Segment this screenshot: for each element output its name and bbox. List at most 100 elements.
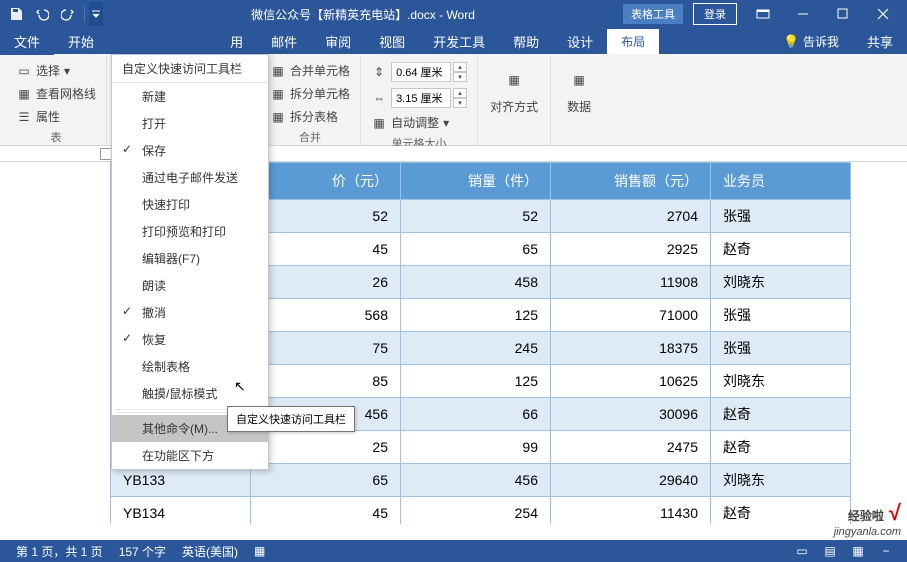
col-width-spinner[interactable]: ⇔▴▾ bbox=[367, 86, 471, 110]
height-input[interactable] bbox=[391, 62, 451, 82]
cell-rep[interactable]: 赵奇 bbox=[711, 398, 851, 431]
view-read-button[interactable]: ▭ bbox=[789, 540, 815, 562]
cell-qty[interactable]: 254 bbox=[401, 497, 551, 525]
view-print-button[interactable]: ▤ bbox=[817, 540, 843, 562]
cell-qty[interactable]: 458 bbox=[401, 266, 551, 299]
menu-item[interactable]: 保存 bbox=[112, 137, 268, 164]
share-button[interactable]: 共享 bbox=[853, 28, 907, 55]
cell-amount[interactable]: 71000 bbox=[551, 299, 711, 332]
cell-price[interactable]: 65 bbox=[251, 464, 401, 497]
tab-references[interactable]: 用 bbox=[216, 28, 257, 55]
menu-item[interactable]: 快速打印 bbox=[112, 191, 268, 218]
merge-cells-button[interactable]: ▦合并单元格 bbox=[266, 60, 354, 81]
tab-table-design[interactable]: 设计 bbox=[553, 28, 607, 55]
height-down[interactable]: ▾ bbox=[453, 72, 467, 82]
data-icon: ▦ bbox=[563, 64, 595, 96]
view-web-button[interactable]: ▦ bbox=[845, 540, 871, 562]
tab-layout-active[interactable]: 布局 bbox=[607, 29, 659, 54]
cell-qty[interactable]: 245 bbox=[401, 332, 551, 365]
menu-item[interactable]: 在功能区下方 bbox=[112, 442, 268, 469]
cell-price[interactable]: 25 bbox=[251, 431, 401, 464]
cell-rep[interactable]: 赵奇 bbox=[711, 431, 851, 464]
cell-amount[interactable]: 18375 bbox=[551, 332, 711, 365]
cell-amount[interactable]: 11908 bbox=[551, 266, 711, 299]
properties-button[interactable]: ☰属性 bbox=[12, 106, 100, 127]
cell-price[interactable]: 45 bbox=[251, 497, 401, 525]
cell-id[interactable]: YB134 bbox=[111, 497, 251, 525]
menu-item[interactable]: 编辑器(F7) bbox=[112, 245, 268, 272]
cell-rep[interactable]: 张强 bbox=[711, 332, 851, 365]
cell-rep[interactable]: 张强 bbox=[711, 200, 851, 233]
cell-qty[interactable]: 125 bbox=[401, 365, 551, 398]
cell-qty[interactable]: 125 bbox=[401, 299, 551, 332]
menu-item[interactable]: 通过电子邮件发送 bbox=[112, 164, 268, 191]
cell-price[interactable]: 85 bbox=[251, 365, 401, 398]
cell-qty[interactable]: 456 bbox=[401, 464, 551, 497]
cell-qty[interactable]: 99 bbox=[401, 431, 551, 464]
cell-amount[interactable]: 2704 bbox=[551, 200, 711, 233]
table-row[interactable]: YB1344525411430赵奇 bbox=[111, 497, 851, 525]
width-input[interactable] bbox=[391, 88, 451, 108]
menu-item[interactable]: 打开 bbox=[112, 110, 268, 137]
data-button[interactable]: ▦数据 bbox=[557, 60, 601, 119]
menu-item[interactable]: 恢复 bbox=[112, 326, 268, 353]
tab-mailings[interactable]: 邮件 bbox=[257, 28, 311, 55]
cell-price[interactable]: 75 bbox=[251, 332, 401, 365]
width-up[interactable]: ▴ bbox=[453, 88, 467, 98]
status-macro[interactable]: ▦ bbox=[246, 544, 273, 558]
cell-rep[interactable]: 刘晓东 bbox=[711, 266, 851, 299]
menu-item[interactable]: 新建 bbox=[112, 83, 268, 110]
split-table-button[interactable]: ▦拆分表格 bbox=[266, 106, 354, 127]
cell-qty[interactable]: 65 bbox=[401, 233, 551, 266]
maximize-button[interactable] bbox=[823, 0, 863, 28]
status-words[interactable]: 157 个字 bbox=[111, 543, 174, 560]
cell-amount[interactable]: 29640 bbox=[551, 464, 711, 497]
cell-qty[interactable]: 52 bbox=[401, 200, 551, 233]
redo-button[interactable] bbox=[56, 2, 80, 26]
split-cells-button[interactable]: ▦拆分单元格 bbox=[266, 83, 354, 104]
cell-amount[interactable]: 11430 bbox=[551, 497, 711, 525]
tab-home[interactable]: 开始 bbox=[54, 28, 108, 55]
tab-view[interactable]: 视图 bbox=[365, 28, 419, 55]
alignment-button[interactable]: ▦对齐方式 bbox=[484, 60, 544, 119]
zoom-out-button[interactable]: − bbox=[873, 540, 899, 562]
menu-item[interactable]: 打印预览和打印 bbox=[112, 218, 268, 245]
cell-price[interactable]: 52 bbox=[251, 200, 401, 233]
row-height-spinner[interactable]: ⇕▴▾ bbox=[367, 60, 471, 84]
cell-qty[interactable]: 66 bbox=[401, 398, 551, 431]
cell-amount[interactable]: 2475 bbox=[551, 431, 711, 464]
tab-review[interactable]: 审阅 bbox=[311, 28, 365, 55]
view-gridlines-button[interactable]: ▦查看网格线 bbox=[12, 83, 100, 104]
status-lang[interactable]: 英语(美国) bbox=[174, 543, 246, 560]
cell-amount[interactable]: 10625 bbox=[551, 365, 711, 398]
cell-price[interactable]: 26 bbox=[251, 266, 401, 299]
close-button[interactable] bbox=[863, 0, 903, 28]
menu-item[interactable]: 绘制表格 bbox=[112, 353, 268, 380]
menu-item[interactable]: 撤消 bbox=[112, 299, 268, 326]
minimize-button[interactable] bbox=[783, 0, 823, 28]
select-button[interactable]: ▭选择 ▾ bbox=[12, 60, 100, 81]
height-up[interactable]: ▴ bbox=[453, 62, 467, 72]
cell-rep[interactable]: 张强 bbox=[711, 299, 851, 332]
cell-rep[interactable]: 刘晓东 bbox=[711, 464, 851, 497]
cell-amount[interactable]: 30096 bbox=[551, 398, 711, 431]
login-button[interactable]: 登录 bbox=[693, 3, 737, 25]
undo-button[interactable] bbox=[30, 2, 54, 26]
cell-rep[interactable]: 赵奇 bbox=[711, 497, 851, 525]
tab-help[interactable]: 帮助 bbox=[499, 28, 553, 55]
tell-me[interactable]: 💡 告诉我 bbox=[769, 29, 853, 54]
autofit-button[interactable]: ▦自动调整 ▾ bbox=[367, 112, 471, 133]
width-down[interactable]: ▾ bbox=[453, 98, 467, 108]
cell-price[interactable]: 45 bbox=[251, 233, 401, 266]
tab-developer[interactable]: 开发工具 bbox=[419, 28, 499, 55]
cell-price[interactable]: 568 bbox=[251, 299, 401, 332]
tab-file[interactable]: 文件 bbox=[0, 28, 54, 55]
cell-rep[interactable]: 赵奇 bbox=[711, 233, 851, 266]
status-page[interactable]: 第 1 页，共 1 页 bbox=[8, 543, 111, 560]
menu-item[interactable]: 朗读 bbox=[112, 272, 268, 299]
cell-rep[interactable]: 刘晓东 bbox=[711, 365, 851, 398]
save-button[interactable] bbox=[4, 2, 28, 26]
cell-amount[interactable]: 2925 bbox=[551, 233, 711, 266]
ribbon-options-button[interactable] bbox=[743, 0, 783, 28]
qat-customize-dropdown[interactable] bbox=[89, 2, 103, 26]
